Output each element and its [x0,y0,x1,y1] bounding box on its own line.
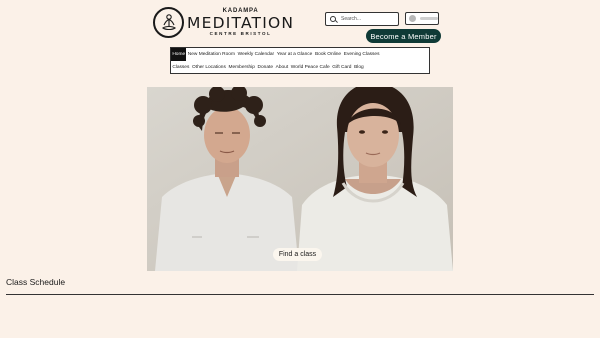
logo-text: KADAMPA MEDITATION CENTRE BRISTOL [187,8,294,37]
nav-row-2: Classes Other Locations Membership Donate Ab… [171,61,429,74]
avatar-icon [409,15,416,22]
login-placeholder-bar [420,17,438,20]
logo-sub-text: CENTRE BRISTOL [209,31,272,36]
section-divider [6,294,594,295]
nav-item-world-peace-cafe[interactable]: World Peace Cafe [289,61,330,74]
nav-item-donate[interactable]: Donate [256,61,274,74]
nav-item-about[interactable]: About [274,61,289,74]
meditating-figure-icon [153,7,184,38]
class-schedule-heading: Class Schedule [6,277,66,287]
site-logo[interactable]: KADAMPA MEDITATION CENTRE BRISTOL [153,7,294,38]
main-nav: Home New Meditation Room Weekly Calendar Ye… [170,47,430,74]
nav-item-classes[interactable]: Classes [171,61,191,74]
nav-item-new-meditation-room[interactable]: New Meditation Room [186,48,236,61]
search-input[interactable] [341,16,396,22]
nav-item-evening-classes[interactable]: Evening Classes [342,48,380,61]
hero-photo [147,87,453,271]
nav-item-gift-card[interactable]: Gift Card [331,61,353,74]
nav-item-home[interactable]: Home [171,48,187,61]
nav-item-year-at-a-glance[interactable]: Year at a Glance [275,48,313,61]
find-class-button[interactable]: Find a class [273,248,322,261]
nav-row-1: Home New Meditation Room Weekly Calendar Ye… [171,48,429,61]
nav-item-weekly-calendar[interactable]: Weekly Calendar [236,48,275,61]
nav-item-blog[interactable]: Blog [353,61,365,74]
search-icon [330,15,337,23]
nav-item-membership[interactable]: Membership [227,61,256,74]
nav-item-other-locations[interactable]: Other Locations [191,61,228,74]
hero-image [147,87,453,271]
become-member-button[interactable]: Become a Member [366,29,441,43]
logo-main-text: MEDITATION [187,14,295,32]
site-header: KADAMPA MEDITATION CENTRE BRISTOL Become… [0,0,600,87]
nav-item-book-online[interactable]: Book Online [314,48,343,61]
login-widget[interactable] [405,12,439,25]
search-box[interactable] [325,12,399,26]
